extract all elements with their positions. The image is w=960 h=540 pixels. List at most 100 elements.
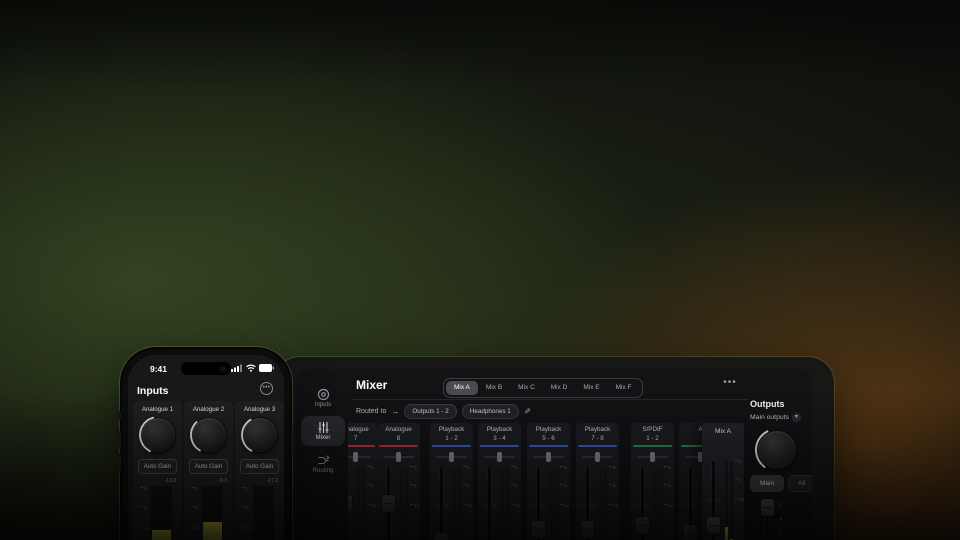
phone-app-screen: 9:41 Inputs ••• Analogue 1 bbox=[128, 355, 284, 540]
input-card-analogue-1: Analogue 1 Auto Gain -13.0 0 6 12 bbox=[133, 401, 182, 540]
pan-slider[interactable] bbox=[637, 453, 668, 461]
phone-mute-switch bbox=[118, 411, 121, 421]
status-bar: 9:41 bbox=[128, 362, 284, 376]
cellular-signal-icon bbox=[231, 364, 243, 372]
fader-handle[interactable] bbox=[684, 525, 697, 540]
strip-playback-7-8: Playback 7 - 8 0 6 12 bbox=[576, 423, 619, 540]
fader-handle[interactable] bbox=[382, 495, 395, 512]
fader-track[interactable] bbox=[488, 467, 491, 540]
channel-color-bar bbox=[480, 445, 519, 447]
input-card-analogue-3: Analogue 3 Auto Gain -17.2 0 6 12 bbox=[235, 401, 284, 540]
status-time: 9:41 bbox=[150, 364, 167, 374]
chevron-down-icon: ▾ bbox=[792, 413, 801, 422]
sidebar-item-label: Routing bbox=[313, 468, 334, 474]
gain-knob[interactable] bbox=[190, 416, 228, 454]
sidebar-item-label: Inputs bbox=[315, 402, 331, 408]
output-toggle-group: Main Alt bbox=[750, 475, 812, 492]
phone-volume-down-button bbox=[118, 453, 121, 471]
channel-color-bar bbox=[529, 445, 568, 447]
dynamic-island bbox=[181, 362, 231, 375]
sidebar-item-label: Mixer bbox=[316, 435, 331, 441]
level-meter bbox=[730, 461, 733, 540]
meter-scale: 0 6 12 bbox=[140, 488, 150, 540]
pan-slider[interactable] bbox=[383, 453, 414, 461]
meter-scale: 0 6 12 bbox=[367, 467, 377, 540]
pan-slider[interactable] bbox=[582, 453, 613, 461]
tablet-app-screen: Inputs Mixer Routing Mixer Mi bbox=[296, 369, 812, 540]
fader-track[interactable] bbox=[440, 467, 443, 540]
auto-gain-button[interactable]: Auto Gain bbox=[189, 459, 228, 474]
input-label: Analogue 1 bbox=[133, 406, 182, 413]
auto-gain-button[interactable]: Auto Gain bbox=[240, 459, 279, 474]
wifi-icon bbox=[246, 364, 256, 372]
channel-name: Analogue bbox=[377, 426, 420, 433]
channel-number: 5 - 6 bbox=[527, 435, 570, 442]
input-label: Analogue 3 bbox=[235, 406, 284, 413]
tab-mix-e[interactable]: Mix E bbox=[575, 381, 607, 395]
gain-knob[interactable] bbox=[139, 416, 177, 454]
routed-to-label: Routed to bbox=[356, 408, 386, 415]
strip-playback-5-6: Playback 5 - 6 0 6 12 bbox=[527, 423, 570, 540]
pan-slider[interactable] bbox=[436, 453, 467, 461]
gain-knob[interactable] bbox=[241, 416, 279, 454]
fader-handle[interactable] bbox=[636, 517, 649, 534]
channel-name: Playback bbox=[576, 426, 619, 433]
master-label: Mix A bbox=[702, 428, 744, 435]
output-fader[interactable] bbox=[764, 497, 794, 540]
circled-ellipsis-icon[interactable]: ••• bbox=[260, 382, 273, 395]
tab-mix-d[interactable]: Mix D bbox=[543, 381, 576, 395]
routed-output-chip[interactable]: Outputs 1 - 2 bbox=[404, 404, 456, 419]
tab-mix-b[interactable]: Mix B bbox=[478, 381, 510, 395]
fader-handle[interactable] bbox=[532, 521, 545, 538]
input-label: Analogue 2 bbox=[184, 406, 233, 413]
fader-handle[interactable] bbox=[435, 533, 448, 540]
channel-number: 1 - 2 bbox=[631, 435, 674, 442]
meter-scale: 0 6 12 bbox=[560, 467, 570, 540]
knob-icon bbox=[317, 388, 330, 401]
sidebar-item-mixer[interactable]: Mixer bbox=[301, 416, 345, 446]
main-button[interactable]: Main bbox=[750, 475, 784, 492]
strip-spdif-1-2: S/PDIF 1 - 2 0 6 12 bbox=[631, 423, 674, 540]
output-selector-label: Main outputs bbox=[750, 414, 789, 421]
sidebar-item-inputs[interactable]: Inputs bbox=[301, 383, 345, 413]
input-channel-cards: Analogue 1 Auto Gain -13.0 0 6 12 bbox=[133, 401, 284, 540]
tab-mix-c[interactable]: Mix C bbox=[510, 381, 543, 395]
output-selector[interactable]: Main outputs ▾ bbox=[750, 413, 801, 422]
channel-strip-scroller[interactable]: Analogue 7 0 6 12 bbox=[348, 423, 748, 540]
sidebar-item-routing[interactable]: Routing bbox=[301, 449, 345, 479]
level-meter bbox=[405, 467, 408, 540]
fader-handle[interactable] bbox=[581, 521, 594, 538]
channel-name: Playback bbox=[478, 426, 521, 433]
input-level-meter bbox=[202, 486, 223, 540]
edit-pencil-icon[interactable]: ✎ bbox=[524, 407, 531, 416]
fader-handle[interactable] bbox=[348, 495, 352, 512]
tab-mix-a[interactable]: Mix A bbox=[446, 381, 478, 395]
alt-button[interactable]: Alt bbox=[788, 475, 812, 492]
meter-scale: 0 6 12 bbox=[242, 488, 252, 540]
level-meter bbox=[604, 467, 607, 540]
page-title: Mixer bbox=[356, 378, 387, 392]
overflow-menu-icon[interactable]: ••• bbox=[720, 377, 740, 388]
channel-color-bar bbox=[432, 445, 471, 447]
level-meter bbox=[725, 461, 728, 540]
level-meter bbox=[555, 467, 558, 540]
pan-slider[interactable] bbox=[348, 453, 371, 461]
output-volume-knob[interactable] bbox=[754, 427, 800, 473]
pan-slider[interactable] bbox=[484, 453, 515, 461]
pan-slider[interactable] bbox=[533, 453, 564, 461]
phone-power-button bbox=[291, 429, 294, 455]
fader-handle[interactable] bbox=[707, 517, 720, 534]
level-meter bbox=[400, 467, 403, 540]
input-level-meter bbox=[151, 486, 172, 540]
channel-number: 7 bbox=[348, 435, 377, 442]
routing-icon bbox=[317, 454, 330, 467]
channel-name: Analogue bbox=[348, 426, 377, 433]
strip-playback-1-2: Playback 1 - 2 0 6 12 bbox=[430, 423, 473, 540]
meter-scale: 0 6 12 bbox=[609, 467, 619, 540]
auto-gain-button[interactable]: Auto Gain bbox=[138, 459, 177, 474]
meter-scale: 0 6 12 bbox=[463, 467, 473, 540]
routed-headphones-chip[interactable]: Headphones 1 bbox=[462, 404, 519, 419]
level-meter bbox=[506, 467, 509, 540]
tab-mix-f[interactable]: Mix F bbox=[608, 381, 640, 395]
arrow-right-icon: → bbox=[391, 407, 399, 416]
